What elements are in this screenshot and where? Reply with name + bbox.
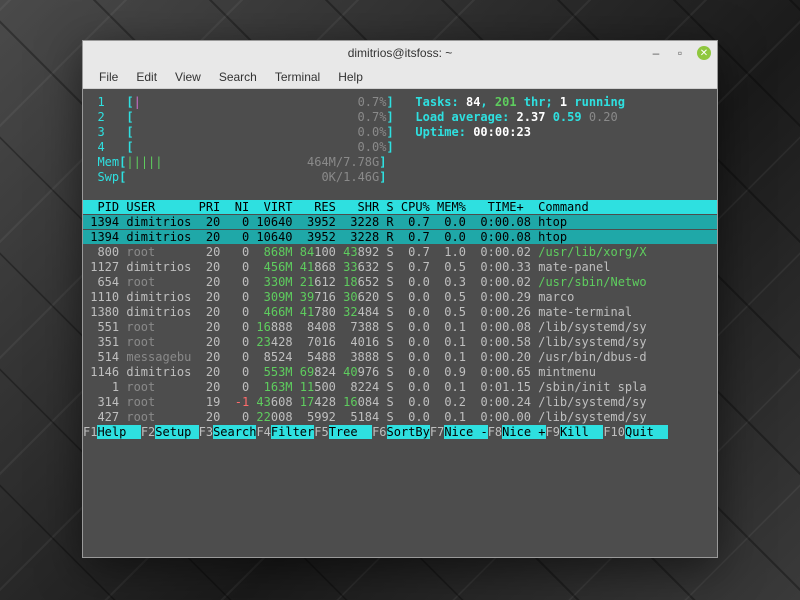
close-icon[interactable]: ✕ <box>697 46 711 60</box>
minimize-icon[interactable]: – <box>649 46 663 60</box>
maximize-icon[interactable]: ▫ <box>673 46 687 60</box>
menubar: File Edit View Search Terminal Help <box>83 65 717 89</box>
window-title: dimitrios@itsfoss: ~ <box>348 46 453 60</box>
menu-help[interactable]: Help <box>330 68 371 86</box>
terminal-window: dimitrios@itsfoss: ~ – ▫ ✕ File Edit Vie… <box>82 40 718 558</box>
menu-view[interactable]: View <box>167 68 209 86</box>
titlebar[interactable]: dimitrios@itsfoss: ~ – ▫ ✕ <box>83 41 717 65</box>
menu-search[interactable]: Search <box>211 68 265 86</box>
menu-edit[interactable]: Edit <box>128 68 165 86</box>
menu-terminal[interactable]: Terminal <box>267 68 328 86</box>
menu-file[interactable]: File <box>91 68 126 86</box>
terminal-content[interactable]: 1 [| 0.7%] Tasks: 84, 201 thr; 1 running… <box>83 89 717 557</box>
